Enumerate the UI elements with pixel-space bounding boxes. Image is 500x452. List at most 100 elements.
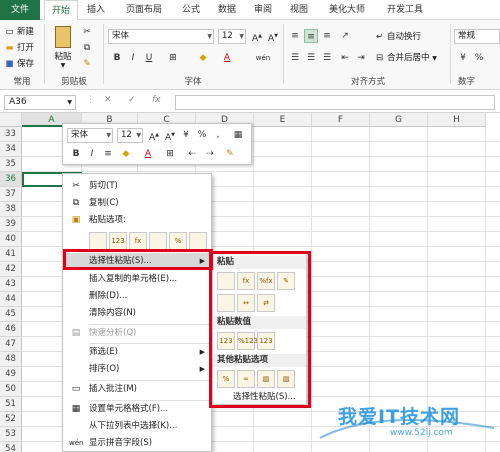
menu-item-delete[interactable]: 删除(D)... xyxy=(63,288,211,305)
row-header[interactable]: 39 xyxy=(0,217,22,232)
name-box[interactable]: A36 ▼ xyxy=(4,95,76,110)
row-header[interactable]: 35 xyxy=(0,157,22,172)
paste-option-values[interactable]: 123 xyxy=(109,232,127,250)
increase-font-icon[interactable]: A▲ xyxy=(250,29,264,44)
column-header[interactable]: E xyxy=(254,113,312,127)
format-table-icon[interactable]: ▦ xyxy=(231,128,245,142)
row-header[interactable]: 48 xyxy=(0,352,22,367)
row-header[interactable]: 52 xyxy=(0,412,22,427)
align-center-icon[interactable]: ☰ xyxy=(304,51,318,65)
mini-size-select[interactable]: 12 ▼ xyxy=(117,128,143,143)
align-bottom-icon[interactable]: ≡ xyxy=(320,29,334,43)
row-header[interactable]: 51 xyxy=(0,397,22,412)
decrease-decimal-icon[interactable]: ⇢ xyxy=(203,147,217,161)
row-header[interactable]: 45 xyxy=(0,307,22,322)
italic-button[interactable]: I xyxy=(85,147,99,161)
tab-home[interactable]: 开始 xyxy=(44,0,78,21)
tab-page-layout[interactable]: 页面布局 xyxy=(118,0,170,20)
format-painter-icon[interactable]: ✎ xyxy=(223,147,237,161)
paste-option-formulas[interactable]: fx xyxy=(129,232,147,250)
italic-button[interactable]: I xyxy=(126,51,140,65)
menu-item-pick-from-list[interactable]: 从下拉列表中选择(K)... xyxy=(63,418,211,435)
row-header[interactable]: 46 xyxy=(0,322,22,337)
percent-icon[interactable]: % xyxy=(195,128,209,142)
decrease-indent-icon[interactable]: ⇤ xyxy=(338,51,352,65)
menu-item-sort[interactable]: 排序(O) ▶ xyxy=(63,361,211,378)
font-name-select[interactable]: 宋体 ▼ xyxy=(108,29,214,44)
decrease-font-icon[interactable]: A▼ xyxy=(266,29,280,44)
row-header[interactable]: 54 xyxy=(0,442,22,452)
decrease-font-icon[interactable]: A▼ xyxy=(163,128,177,143)
cancel-icon[interactable]: ✕ xyxy=(104,95,112,105)
align-top-icon[interactable]: ≡ xyxy=(288,29,302,43)
menu-item-clear-contents[interactable]: 清除内容(N) xyxy=(63,305,211,322)
font-size-select[interactable]: 12 ▼ xyxy=(218,29,246,44)
row-header[interactable]: 44 xyxy=(0,292,22,307)
paste-option-formatting[interactable]: % xyxy=(169,232,187,250)
row-header[interactable]: 40 xyxy=(0,232,22,247)
menu-item-cut[interactable]: ✂ 剪切(T) xyxy=(63,178,211,195)
row-header[interactable]: 34 xyxy=(0,142,22,157)
row-header[interactable]: 38 xyxy=(0,202,22,217)
format-painter-icon[interactable]: ✎ xyxy=(80,57,94,71)
insert-function-icon[interactable]: fx xyxy=(152,95,161,105)
increase-decimal-icon[interactable]: ⇠ xyxy=(185,147,199,161)
row-header[interactable]: 36 xyxy=(0,172,22,187)
tab-insert[interactable]: 插入 xyxy=(82,0,110,20)
copy-icon[interactable]: ⧉ xyxy=(80,41,94,55)
column-header[interactable]: H xyxy=(428,113,486,127)
menu-item-insert-copied[interactable]: 插入复制的单元格(E)... xyxy=(63,271,211,288)
cut-icon[interactable]: ✂ xyxy=(80,25,94,39)
row-header[interactable]: 49 xyxy=(0,367,22,382)
paste-option-link[interactable] xyxy=(189,232,207,250)
row-header[interactable]: 41 xyxy=(0,247,22,262)
formula-input[interactable] xyxy=(175,95,495,110)
row-header[interactable]: 53 xyxy=(0,427,22,442)
currency-icon[interactable]: ¥ xyxy=(179,128,193,142)
border-icon[interactable]: ⊞ xyxy=(163,147,177,161)
paste-option-transpose[interactable] xyxy=(149,232,167,250)
bold-button[interactable]: B xyxy=(69,147,83,161)
font-color-icon[interactable]: A xyxy=(220,51,234,65)
border-icon[interactable]: ⊞ xyxy=(166,51,180,65)
wrap-text-button[interactable]: ↵ 自动换行 xyxy=(374,30,421,44)
tab-file[interactable]: 文件 xyxy=(0,0,40,20)
currency-icon[interactable]: ¥ xyxy=(456,51,470,65)
phonetic-icon[interactable]: wén xyxy=(254,51,272,65)
increase-indent-icon[interactable]: ⇥ xyxy=(354,51,368,65)
open-button[interactable]: ▬ 打开 xyxy=(4,41,34,55)
align-middle-icon[interactable]: ≡ xyxy=(304,29,318,43)
menu-item-filter[interactable]: 筛选(E) ▶ xyxy=(63,344,211,361)
tab-view[interactable]: 视图 xyxy=(284,0,314,20)
enter-icon[interactable]: ✓ xyxy=(128,95,136,105)
bold-button[interactable]: B xyxy=(110,51,124,65)
menu-item-insert-comment[interactable]: ▭ 插入批注(M) xyxy=(63,381,211,398)
row-header[interactable]: 33 xyxy=(0,127,22,142)
percent-icon[interactable]: % xyxy=(472,51,486,65)
font-color-icon[interactable]: A xyxy=(141,147,155,161)
menu-item-format-cells[interactable]: ▦ 设置单元格格式(F)... xyxy=(63,401,211,418)
tab-beautify[interactable]: 美化大师 xyxy=(322,0,372,20)
paste-option-paste[interactable] xyxy=(89,232,107,250)
row-header[interactable]: 42 xyxy=(0,262,22,277)
merge-center-button[interactable]: ⊟ 合并后居中 ▼ xyxy=(374,51,437,65)
row-header[interactable]: 43 xyxy=(0,277,22,292)
align-center-icon[interactable]: ≡ xyxy=(101,147,115,161)
fill-color-icon[interactable]: ◆ xyxy=(119,147,133,161)
paste-button[interactable]: 粘贴 ▼ xyxy=(50,24,76,70)
column-header[interactable]: F xyxy=(312,113,370,127)
menu-item-phonetic[interactable]: wén 显示拼音字段(S) xyxy=(63,435,211,452)
select-all-corner[interactable] xyxy=(0,113,22,127)
row-header[interactable]: 47 xyxy=(0,337,22,352)
tab-data[interactable]: 数据 xyxy=(212,0,242,20)
orientation-icon[interactable]: ↗ xyxy=(338,29,352,43)
row-header[interactable]: 50 xyxy=(0,382,22,397)
new-button[interactable]: ▭ 新建 xyxy=(4,25,34,39)
comma-icon[interactable]: , xyxy=(211,128,225,142)
row-header[interactable]: 37 xyxy=(0,187,22,202)
tab-formulas[interactable]: 公式 xyxy=(176,0,206,20)
underline-button[interactable]: U xyxy=(142,51,156,65)
mini-font-select[interactable]: 宋体 ▼ xyxy=(67,128,113,143)
tab-developer[interactable]: 开发工具 xyxy=(380,0,430,20)
number-format-select[interactable]: 常规 xyxy=(454,29,500,44)
